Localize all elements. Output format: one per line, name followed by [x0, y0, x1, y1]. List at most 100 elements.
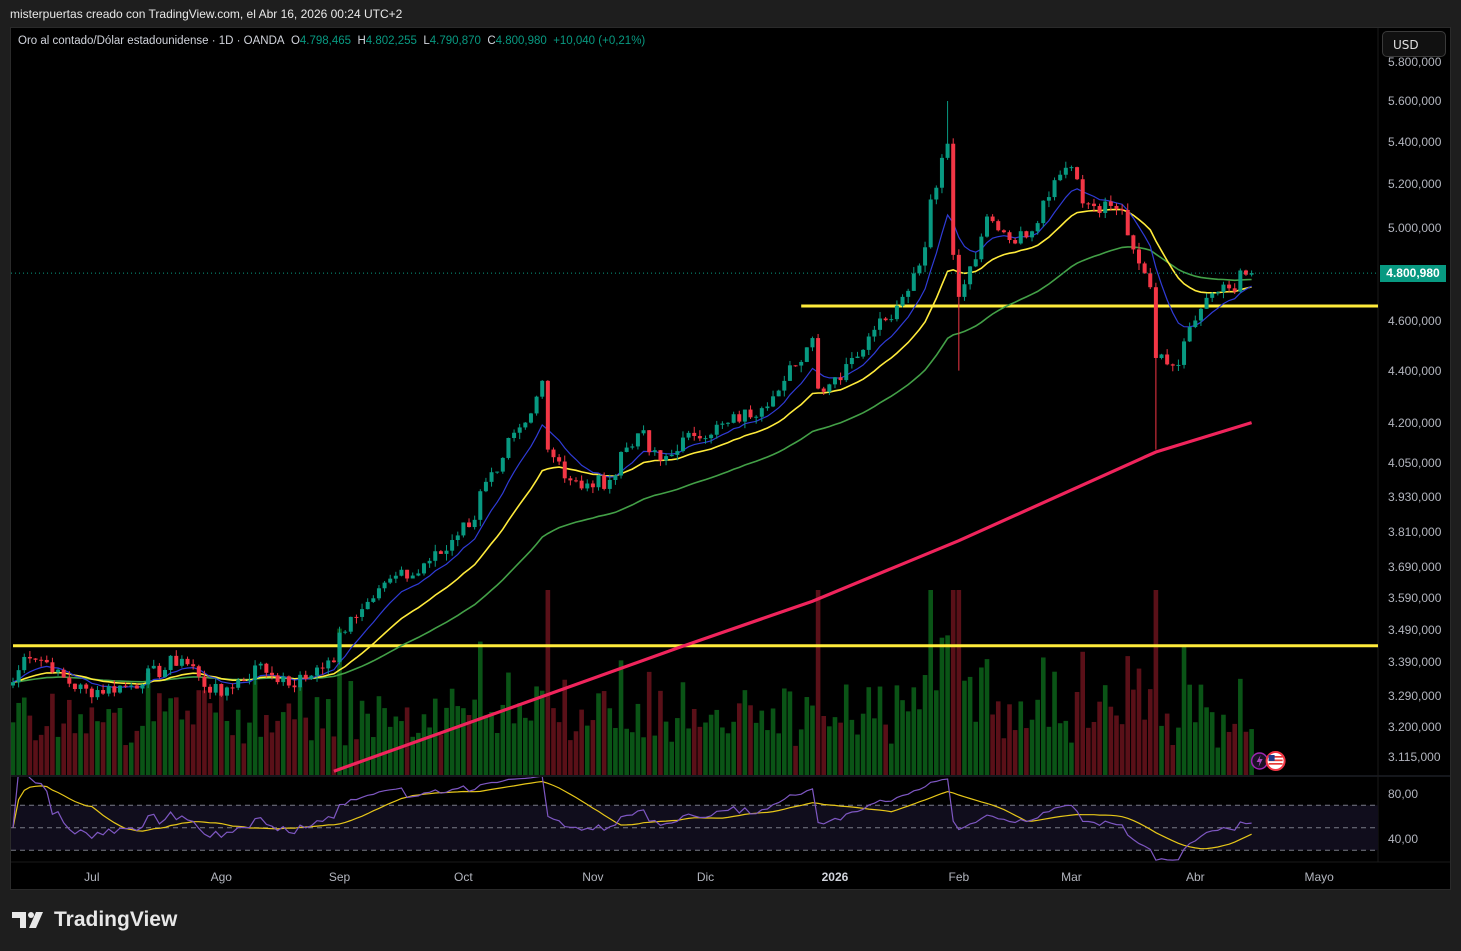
brand-name: TradingView	[54, 908, 178, 931]
volume-bar	[798, 729, 804, 775]
candle	[360, 603, 365, 622]
candle	[106, 683, 111, 697]
time-tick: Dic	[696, 870, 715, 884]
candle	[1041, 200, 1046, 228]
candle-body	[44, 659, 49, 663]
open-label: O	[290, 35, 300, 47]
volume-bar	[461, 708, 466, 775]
candle-body	[804, 347, 809, 362]
candle	[990, 214, 995, 223]
candle-body	[1148, 273, 1153, 288]
volume-bar	[630, 732, 635, 775]
candle	[450, 534, 455, 556]
candle	[534, 395, 539, 416]
price-tick: 3.490,000	[1388, 622, 1442, 637]
candle	[140, 683, 145, 694]
candle-body	[562, 461, 567, 479]
volume-bar	[483, 715, 489, 775]
candle	[664, 453, 669, 466]
candle	[467, 518, 472, 528]
candle-body	[241, 679, 246, 681]
volume-bar	[511, 723, 517, 775]
currency-button[interactable]: USD	[1382, 31, 1446, 57]
volume-bar	[849, 719, 855, 775]
symbol-name[interactable]: Oro al contado/Dólar estadounidense · 1D…	[18, 35, 285, 47]
volume-bar	[562, 679, 568, 775]
chart-canvas[interactable]	[0, 0, 1461, 951]
candle	[658, 450, 663, 466]
candle-body	[1187, 327, 1192, 342]
candle-body	[354, 616, 359, 618]
volume-bar	[1193, 722, 1198, 775]
volume-bar	[78, 714, 83, 775]
volume-bar	[680, 682, 686, 775]
candle-body	[1063, 167, 1068, 175]
candle	[793, 365, 798, 367]
candle-body	[365, 601, 370, 610]
candle-body	[224, 687, 229, 696]
candle	[343, 630, 348, 635]
volume-bar	[838, 722, 843, 775]
volume-bar	[1097, 701, 1102, 775]
volume-bar	[939, 637, 945, 775]
volume-bar	[314, 697, 320, 775]
candle-body	[1221, 284, 1226, 293]
candle-body	[230, 687, 235, 689]
volume-bar	[173, 697, 179, 775]
candle	[78, 683, 83, 694]
volume-bar	[759, 710, 765, 775]
volume-bar	[691, 708, 697, 775]
volume-bar	[1086, 727, 1091, 775]
volume-bar	[27, 715, 33, 775]
candle-body	[168, 655, 173, 670]
candle	[776, 389, 781, 397]
candle-body	[872, 329, 877, 337]
volume-bar	[438, 734, 444, 775]
candle-body	[202, 676, 207, 687]
volume-bar	[742, 690, 748, 775]
candle	[84, 682, 89, 694]
candle-body	[258, 663, 263, 666]
volume-bar	[866, 687, 872, 775]
volume-bar	[117, 707, 123, 775]
candle-body	[579, 480, 584, 489]
volume-bar	[917, 709, 922, 775]
candle-body	[911, 273, 916, 291]
volume-bar	[590, 720, 596, 775]
candle-body	[647, 430, 652, 453]
candle	[495, 471, 500, 474]
time-tick: Nov	[582, 870, 604, 884]
candle	[208, 684, 213, 700]
candle-body	[179, 658, 184, 666]
volume-bar	[1204, 707, 1209, 775]
candle	[720, 421, 725, 429]
time-tick: Jul	[84, 870, 100, 884]
volume-bar	[157, 693, 162, 775]
candle-body	[968, 266, 973, 285]
candle	[844, 357, 849, 383]
candle	[607, 474, 612, 494]
candle-body	[844, 364, 849, 381]
price-tick: 3.390,000	[1388, 655, 1442, 670]
candle-body	[123, 685, 128, 687]
candle-body	[714, 424, 719, 435]
candle-body	[185, 658, 190, 665]
candle	[585, 479, 590, 492]
candle	[540, 380, 545, 399]
ma200-line	[333, 421, 1253, 773]
candle-body	[269, 672, 274, 676]
candle-body	[315, 667, 320, 676]
candle	[641, 425, 646, 436]
candle-body	[1007, 232, 1012, 241]
candle-body	[61, 669, 66, 678]
candle	[579, 475, 584, 491]
price-tick: 5.200,000	[1388, 176, 1442, 191]
candle-body	[590, 483, 595, 488]
candle-body	[748, 409, 753, 418]
candle-body	[478, 491, 483, 520]
volume-bar	[601, 691, 607, 775]
price-tick: 3.115,000	[1388, 749, 1441, 764]
tradingview-logo[interactable]: TradingView	[12, 908, 177, 932]
volume-bar	[568, 740, 573, 775]
price-tick: 3.810,000	[1388, 524, 1442, 539]
